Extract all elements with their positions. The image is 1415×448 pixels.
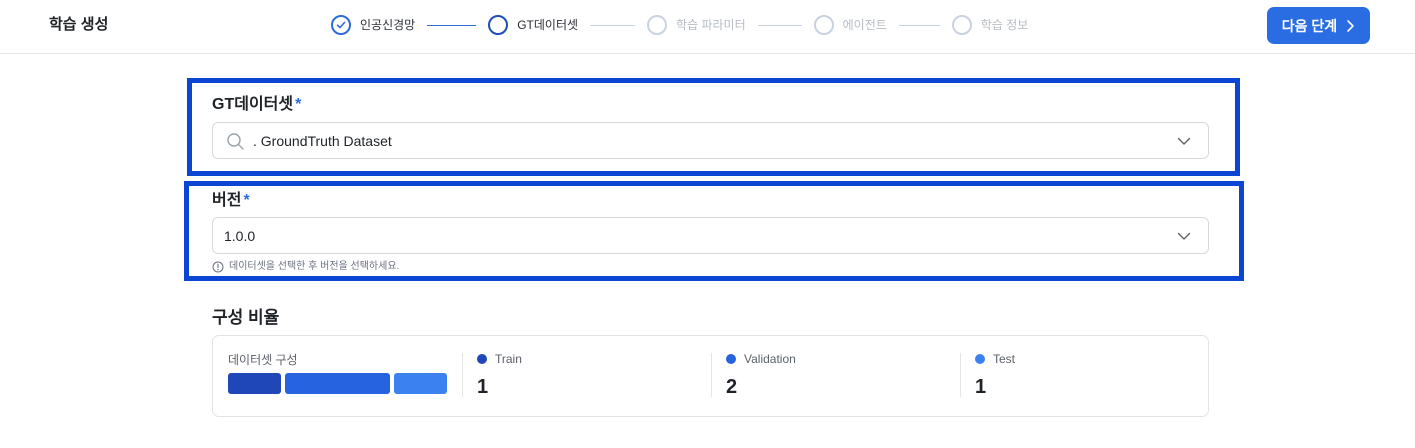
top-header: 학습 생성 인공신경망 GT데이터셋 학습 파라미터 에이전트 학습 정보 다음… <box>0 0 1415 54</box>
version-select-value: 1.0.0 <box>224 228 256 244</box>
legend-validation: Validation <box>726 352 796 366</box>
step-connector <box>898 24 940 26</box>
test-count: 1 <box>975 376 987 398</box>
chevron-down-icon <box>1177 232 1191 240</box>
step-label: 인공신경망 <box>360 18 416 32</box>
dataset-select[interactable]: . GroundTruth Dataset <box>212 122 1209 159</box>
pending-step-icon <box>647 15 668 35</box>
validation-dot-icon <box>726 354 736 364</box>
legend-train-label: Train <box>495 352 522 366</box>
test-dot-icon <box>975 354 985 364</box>
divider <box>711 353 712 397</box>
progress-stepper: 인공신경망 GT데이터셋 학습 파라미터 에이전트 학습 정보 <box>331 13 1028 37</box>
step-agent[interactable]: 에이전트 <box>813 15 887 35</box>
legend-test-label: Test <box>993 352 1016 366</box>
version-helper: 데이터셋을 선택한 후 버전을 선택하세요. <box>212 261 399 273</box>
pending-step-icon <box>951 15 972 35</box>
composition-label: 데이터셋 구성 <box>228 353 298 367</box>
version-helper-text: 데이터셋을 선택한 후 버전을 선택하세요. <box>229 261 400 272</box>
next-step-label: 다음 단계 <box>1281 17 1338 34</box>
train-dot-icon <box>477 354 487 364</box>
pending-step-icon <box>813 15 834 35</box>
step-label: GT데이터셋 <box>517 18 579 32</box>
step-training-params[interactable]: 학습 파라미터 <box>647 15 746 35</box>
step-gt-dataset[interactable]: GT데이터셋 <box>488 15 578 35</box>
required-mark: * <box>243 192 250 209</box>
search-icon <box>227 133 244 150</box>
divider <box>960 353 961 397</box>
divider <box>462 353 463 397</box>
ratio-bar-train <box>228 373 281 394</box>
step-neural-network[interactable]: 인공신경망 <box>331 15 415 35</box>
legend-validation-label: Validation <box>744 352 796 366</box>
ratio-bar-validation <box>284 373 391 394</box>
step-connector <box>590 24 636 26</box>
step-label: 학습 정보 <box>980 18 1029 32</box>
legend-test: Test <box>975 352 1015 366</box>
version-label-text: 버전 <box>212 192 242 209</box>
version-label: 버전 * <box>212 191 250 211</box>
next-step-button[interactable]: 다음 단계 <box>1267 7 1370 44</box>
dataset-select-value: . GroundTruth Dataset <box>253 133 392 149</box>
required-mark: * <box>295 96 302 113</box>
step-label: 에이전트 <box>842 18 887 32</box>
legend-train: Train <box>477 352 522 366</box>
chevron-down-icon <box>1177 137 1191 145</box>
step-connector <box>757 24 802 26</box>
ratio-card: 데이터셋 구성 Train 1 Validation 2 Test 1 <box>212 335 1209 417</box>
version-select[interactable]: 1.0.0 <box>212 217 1209 254</box>
dataset-label: GT데이터셋 * <box>212 95 301 115</box>
chevron-right-icon <box>1347 19 1355 32</box>
ratio-section-title: 구성 비율 <box>212 308 280 327</box>
page-title: 학습 생성 <box>49 16 109 33</box>
dataset-label-text: GT데이터셋 <box>212 96 294 113</box>
validation-count: 2 <box>726 376 738 398</box>
train-count: 1 <box>477 376 489 398</box>
info-icon <box>212 261 224 273</box>
step-connector <box>427 24 477 26</box>
current-step-icon <box>488 15 509 35</box>
ratio-bar-test <box>394 373 447 394</box>
step-training-info[interactable]: 학습 정보 <box>951 15 1029 35</box>
check-icon <box>331 15 351 35</box>
step-label: 학습 파라미터 <box>676 18 746 32</box>
